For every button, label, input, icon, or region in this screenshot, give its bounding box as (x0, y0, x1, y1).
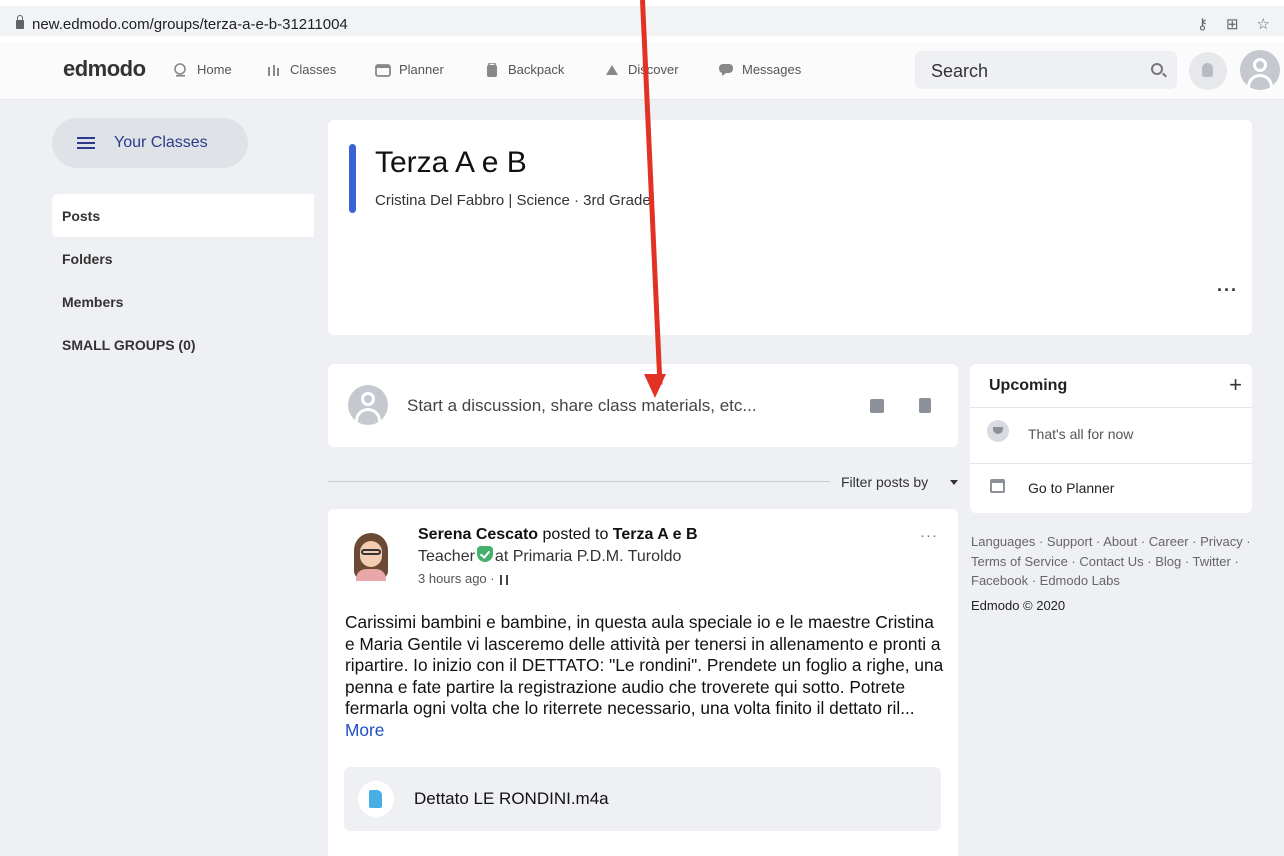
classes-icon (268, 64, 279, 76)
nav-classes[interactable]: Classes (266, 62, 336, 77)
home-icon (174, 62, 186, 77)
verified-icon (476, 546, 493, 562)
menu-icon (77, 137, 95, 149)
nav-messages[interactable]: Messages (718, 62, 801, 77)
nav-backpack[interactable]: Backpack (484, 62, 564, 77)
author-name[interactable]: Serena Cescato (418, 526, 538, 543)
key-icon[interactable]: ⚷ (1197, 15, 1208, 33)
composer-placeholder[interactable]: Start a discussion, share class material… (407, 396, 757, 416)
post-body: Carissimi bambini e bambine, in questa a… (345, 612, 945, 741)
nav-messages-label: Messages (742, 62, 802, 77)
post-timestamp: 3 hours ago · (418, 571, 511, 586)
nav-home-label: Home (197, 62, 232, 77)
search-placeholder: Search (931, 61, 989, 81)
calendar-icon (990, 479, 1005, 493)
nav-backpack-label: Backpack (508, 62, 565, 77)
author-avatar[interactable] (350, 529, 392, 581)
lock-icon (16, 15, 24, 29)
divider (970, 407, 1252, 408)
browser-actions: ⚷ ⊞ ☆ (1197, 15, 1270, 33)
classes-icon (499, 573, 511, 585)
backpack-icon (487, 62, 497, 77)
your-classes-button[interactable]: Your Classes (52, 118, 248, 168)
messages-icon (719, 63, 733, 76)
post-header: Serena Cescato posted to Terza A e B (418, 526, 698, 544)
school-label: at Primaria P.D.M. Turoldo (494, 548, 682, 565)
nav-home[interactable]: Home (173, 62, 232, 77)
star-icon[interactable]: ☆ (1257, 15, 1270, 33)
upcoming-empty: That's all for now (1028, 426, 1134, 442)
post-composer[interactable]: Start a discussion, share class material… (328, 364, 958, 447)
posted-to-text: posted to (542, 526, 609, 543)
upcoming-panel: Upcoming + That's all for now Go to Plan… (970, 364, 1252, 513)
sidebar-item-posts[interactable]: Posts (52, 194, 314, 237)
add-upcoming-button[interactable]: + (1229, 372, 1242, 398)
profile-avatar[interactable] (1240, 50, 1280, 90)
post-more-button[interactable]: ··· (920, 527, 938, 544)
sidebar-item-small-groups[interactable]: SMALL GROUPS (0) (52, 323, 314, 366)
image-icon[interactable] (870, 399, 884, 413)
nav-discover[interactable]: Discover (604, 62, 679, 77)
attachment-name[interactable]: Dettato LE RONDINI.m4a (414, 789, 609, 809)
more-link[interactable]: More (345, 720, 384, 740)
planner-icon (375, 63, 391, 77)
role-label: Teacher (418, 548, 475, 565)
smiley-icon (987, 420, 1009, 442)
class-subtitle: Cristina Del Fabbro | Science · 3rd Grad… (375, 192, 651, 209)
nav-classes-label: Classes (290, 62, 337, 77)
file-icon (358, 781, 394, 817)
user-avatar (348, 385, 388, 425)
backpack-icon[interactable] (919, 398, 931, 413)
translate-icon[interactable]: ⊞ (1226, 15, 1239, 33)
your-classes-label: Your Classes (114, 134, 208, 151)
url-text[interactable]: new.edmodo.com/groups/terza-a-e-b-312110… (32, 16, 348, 33)
edmodo-logo[interactable]: edmodo (63, 56, 146, 82)
annotation-arrowhead (644, 374, 666, 398)
post-text: Carissimi bambini e bambine, in questa a… (345, 612, 944, 718)
post-group-link[interactable]: Terza A e B (613, 526, 698, 543)
nav-planner[interactable]: Planner (375, 62, 444, 77)
class-header-card: Terza A e B Cristina Del Fabbro | Scienc… (328, 120, 1252, 335)
search-icon[interactable] (1151, 63, 1163, 75)
attachment[interactable]: Dettato LE RONDINI.m4a (344, 767, 941, 831)
nav-discover-label: Discover (628, 62, 679, 77)
filter-posts-dropdown[interactable]: Filter posts by (841, 474, 928, 490)
divider (970, 463, 1252, 464)
class-more-button[interactable]: ··· (1217, 280, 1238, 301)
post-card: Serena Cescato posted to Terza A e B Tea… (328, 509, 958, 856)
time-label: 3 hours ago · (418, 571, 495, 586)
caret-down-icon[interactable] (950, 480, 958, 485)
footer-links[interactable]: Languages · Support · About · Career · P… (971, 532, 1253, 591)
notifications-icon[interactable] (1189, 52, 1227, 90)
upcoming-title: Upcoming (989, 377, 1068, 394)
nav-planner-label: Planner (399, 62, 444, 77)
search-field[interactable]: Search (915, 51, 1177, 89)
sidebar-item-folders[interactable]: Folders (52, 237, 314, 280)
footer-copyright: Edmodo © 2020 (971, 598, 1066, 613)
sidebar-item-members[interactable]: Members (52, 280, 314, 323)
discover-icon (606, 64, 618, 75)
class-accent-bar (349, 144, 356, 213)
go-to-planner-link[interactable]: Go to Planner (1028, 480, 1114, 496)
class-title: Terza A e B (375, 146, 527, 179)
filter-divider (328, 481, 830, 482)
author-role: Teacher at Primaria P.D.M. Turoldo (418, 546, 682, 566)
